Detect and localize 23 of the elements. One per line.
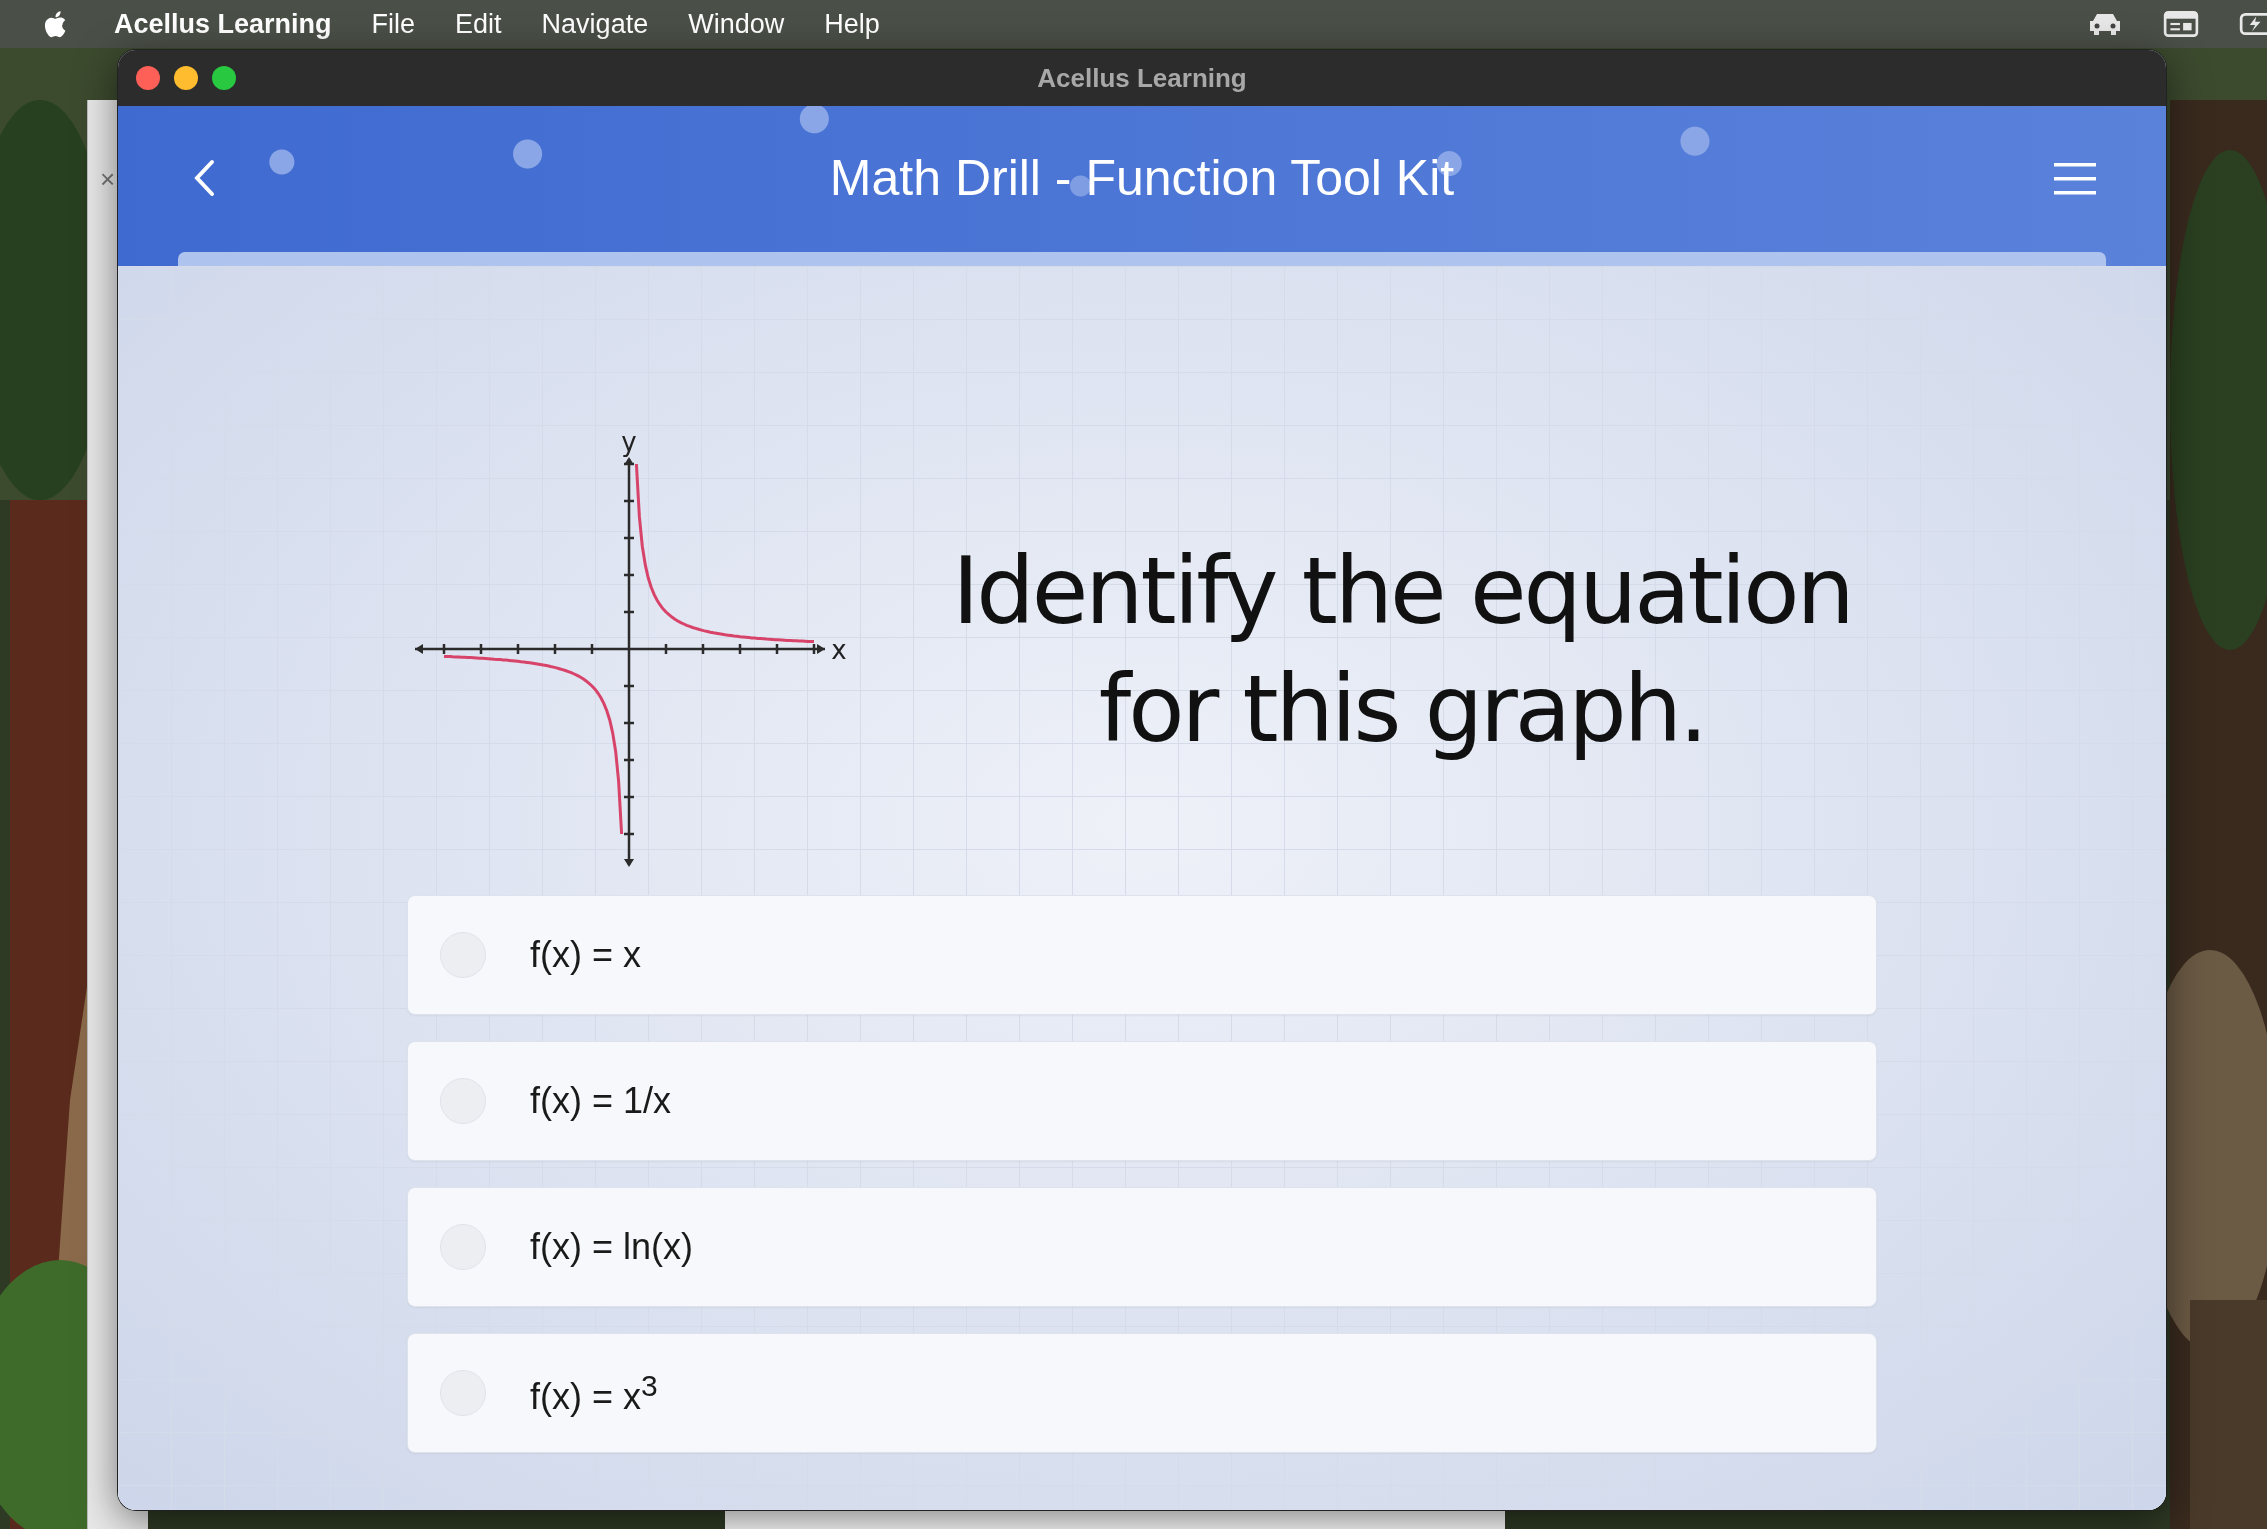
answer-option[interactable]: f(x) = 1/x	[407, 1041, 1877, 1161]
menu-item[interactable]: Window	[688, 8, 785, 40]
menu-item[interactable]: File	[371, 8, 416, 40]
back-icon[interactable]	[192, 158, 216, 198]
apple-icon[interactable]	[42, 9, 68, 39]
answer-option[interactable]: f(x) = x$^{3}$	[407, 1333, 1877, 1453]
app-menu[interactable]: Acellus Learning	[114, 8, 332, 40]
answer-option[interactable]: f(x) = ln(x)	[407, 1187, 1877, 1307]
menu-item[interactable]: Navigate	[541, 8, 649, 40]
menu-icon[interactable]	[2054, 162, 2096, 196]
zoom-button[interactable]	[212, 66, 236, 90]
window-icon[interactable]	[2163, 10, 2199, 38]
lesson-title: Math Drill - Function Tool Kit	[829, 149, 1455, 207]
battery-icon[interactable]	[2239, 10, 2267, 38]
menu-item[interactable]: Help	[824, 8, 880, 40]
window-title: Acellus Learning	[1037, 62, 1247, 94]
menu-item[interactable]: Edit	[455, 8, 502, 40]
question-text: Identify the equation for this graph.	[951, 537, 1853, 765]
y-axis-label: y	[621, 431, 637, 457]
minimize-button[interactable]	[174, 66, 198, 90]
close-button[interactable]	[136, 66, 160, 90]
answer-option[interactable]: f(x) = x	[407, 895, 1877, 1015]
x-axis-label: x	[831, 635, 847, 665]
